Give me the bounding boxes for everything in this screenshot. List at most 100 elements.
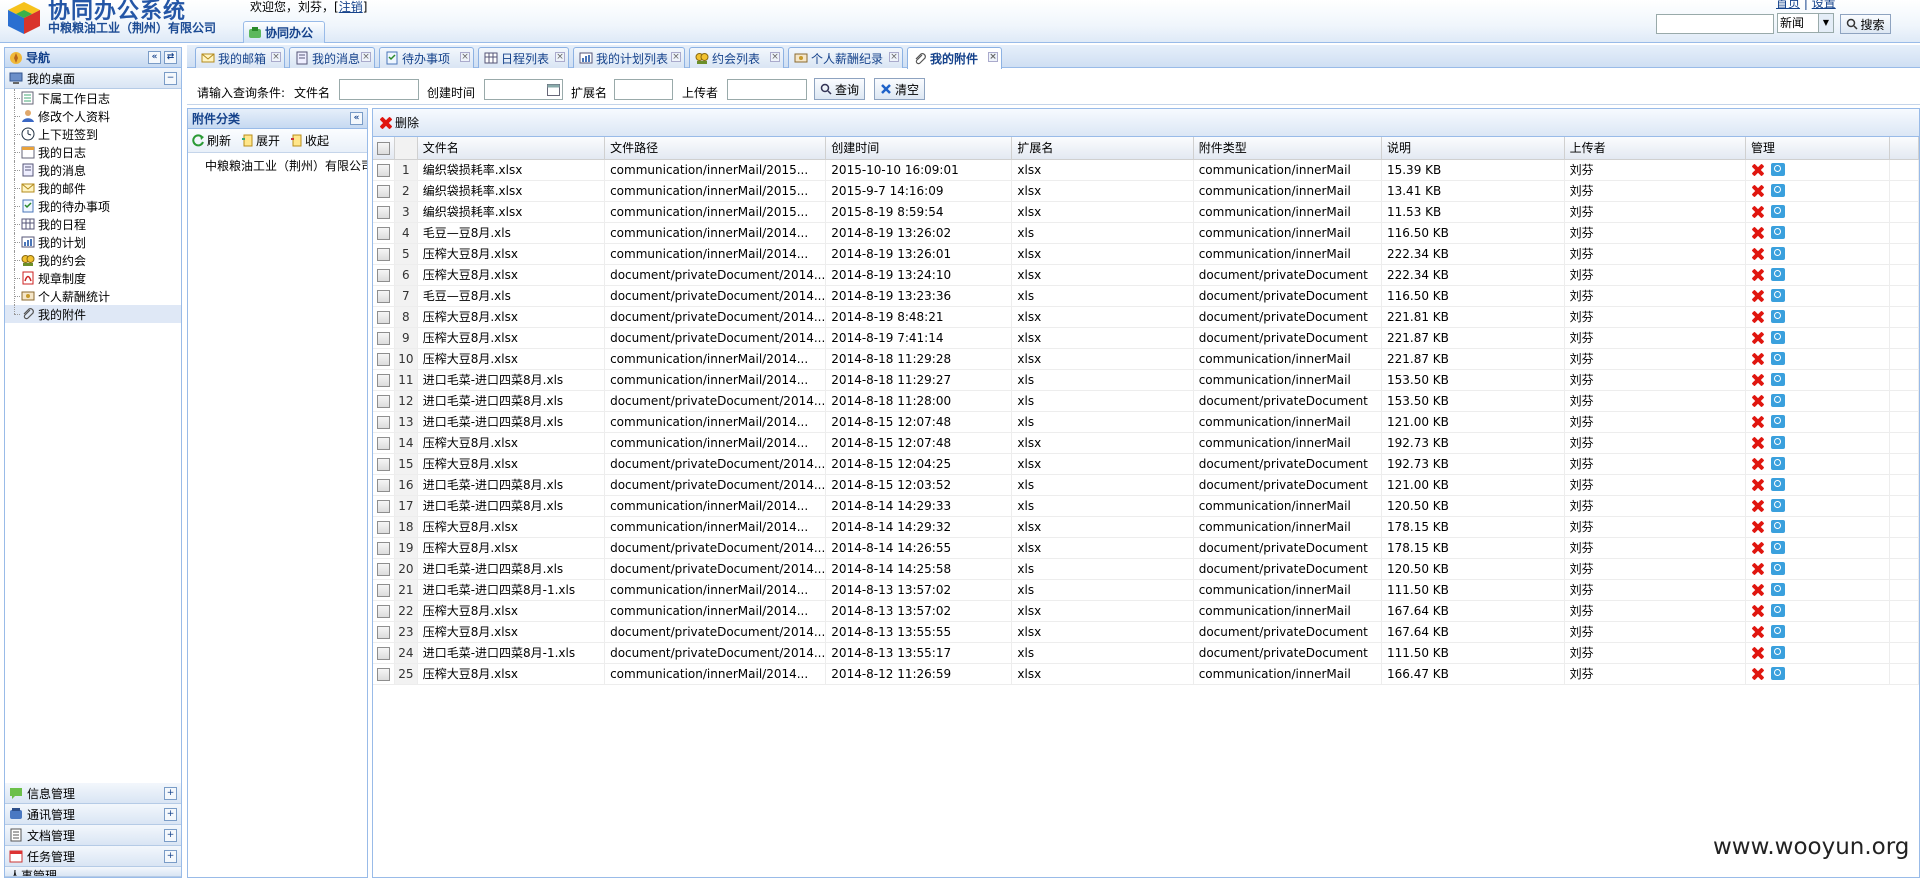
column-header-type[interactable]: 附件类型 (1193, 137, 1382, 160)
nav-item[interactable]: 上下班签到 (5, 125, 181, 143)
nav-item[interactable]: 规章制度 (5, 269, 181, 287)
view-icon[interactable] (1770, 373, 1785, 387)
view-icon[interactable] (1770, 205, 1785, 219)
row-checkbox[interactable] (373, 537, 396, 559)
delete-icon[interactable] (1751, 562, 1765, 576)
collapse-button[interactable]: 收起 (290, 132, 329, 149)
row-checkbox[interactable] (373, 159, 396, 181)
view-icon[interactable] (1770, 415, 1785, 429)
view-icon[interactable] (1770, 226, 1785, 240)
nav-section-hr[interactable]: 人事管理 (5, 867, 181, 877)
nav-item[interactable]: 我的邮件 (5, 179, 181, 197)
row-checkbox[interactable] (373, 516, 396, 538)
nav-item[interactable]: 我的附件 (5, 305, 181, 323)
query-button[interactable]: 查询 (814, 78, 865, 100)
nav-section-comm[interactable]: 通讯管理 + (5, 804, 181, 825)
table-row[interactable]: 14 压榨大豆8月.xlsx communication/innerMail/201… (373, 432, 1919, 454)
row-checkbox[interactable] (373, 222, 396, 244)
delete-icon[interactable] (1751, 394, 1765, 408)
view-icon[interactable] (1770, 436, 1785, 450)
view-icon[interactable] (1770, 268, 1785, 282)
tab[interactable]: 我的计划列表 × (573, 47, 685, 68)
table-row[interactable]: 12 进口毛菜-进口四菜8月.xls document/privateDocumen… (373, 390, 1919, 412)
row-checkbox[interactable] (373, 306, 396, 328)
table-row[interactable]: 13 进口毛菜-进口四菜8月.xls communication/innerMail… (373, 411, 1919, 433)
row-checkbox[interactable] (373, 621, 396, 643)
delete-button[interactable]: 删除 (379, 114, 419, 131)
view-icon[interactable] (1770, 310, 1785, 324)
view-icon[interactable] (1770, 394, 1785, 408)
table-row[interactable]: 6 压榨大豆8月.xlsx document/privateDocument/201… (373, 264, 1919, 286)
tab[interactable]: 待办事项 × (379, 47, 474, 68)
table-row[interactable]: 10 压榨大豆8月.xlsx communication/innerMail/201… (373, 348, 1919, 370)
clear-button[interactable]: 清空 (874, 78, 925, 100)
row-checkbox[interactable] (373, 285, 396, 307)
expand-section-icon[interactable]: + (164, 829, 177, 842)
row-checkbox[interactable] (373, 495, 396, 517)
delete-icon[interactable] (1751, 331, 1765, 345)
delete-icon[interactable] (1751, 226, 1765, 240)
expand-section-icon[interactable]: + (164, 787, 177, 800)
view-icon[interactable] (1770, 352, 1785, 366)
delete-icon[interactable] (1751, 163, 1765, 177)
row-checkbox[interactable] (373, 369, 396, 391)
close-icon[interactable]: × (271, 52, 281, 62)
view-icon[interactable] (1770, 604, 1785, 618)
file-name-input[interactable] (339, 79, 419, 100)
delete-icon[interactable] (1751, 625, 1765, 639)
table-row[interactable]: 3 编织袋损耗率.xlsx communication/innerMail/2015… (373, 201, 1919, 223)
row-checkbox[interactable] (373, 201, 396, 223)
close-icon[interactable]: × (671, 52, 681, 62)
refresh-button[interactable]: 刷新 (192, 132, 231, 149)
row-checkbox[interactable] (373, 348, 396, 370)
close-icon[interactable]: × (988, 52, 998, 62)
view-icon[interactable] (1770, 583, 1785, 597)
delete-icon[interactable] (1751, 667, 1765, 681)
tab[interactable]: 我的附件 × (907, 47, 1002, 69)
view-icon[interactable] (1770, 457, 1785, 471)
nav-item[interactable]: 我的计划 (5, 233, 181, 251)
view-icon[interactable] (1770, 499, 1785, 513)
module-tab-office[interactable]: 协同办公 (243, 21, 325, 43)
delete-icon[interactable] (1751, 247, 1765, 261)
nav-section-desk[interactable]: 我的桌面 − (5, 68, 181, 89)
table-row[interactable]: 19 压榨大豆8月.xlsx document/privateDocument/20… (373, 537, 1919, 559)
nav-item[interactable]: 我的日志 (5, 143, 181, 161)
created-time-input[interactable] (484, 79, 563, 100)
table-row[interactable]: 22 压榨大豆8月.xlsx communication/innerMail/201… (373, 600, 1919, 622)
view-icon[interactable] (1770, 289, 1785, 303)
view-icon[interactable] (1770, 331, 1785, 345)
column-header-created-time[interactable]: 创建时间 (825, 137, 1013, 160)
delete-icon[interactable] (1751, 205, 1765, 219)
delete-icon[interactable] (1751, 478, 1765, 492)
delete-icon[interactable] (1751, 415, 1765, 429)
table-row[interactable]: 15 压榨大豆8月.xlsx document/privateDocument/20… (373, 453, 1919, 475)
delete-icon[interactable] (1751, 268, 1765, 282)
tab[interactable]: 个人薪酬纪录 × (788, 47, 903, 68)
close-icon[interactable]: × (361, 52, 371, 62)
table-row[interactable]: 7 毛豆—豆8月.xls document/privateDocument/2014… (373, 285, 1919, 307)
settings-link[interactable]: 设置 (1812, 0, 1836, 10)
global-search-input[interactable] (1656, 14, 1774, 34)
row-checkbox[interactable] (373, 558, 396, 580)
expand-section-icon[interactable]: + (164, 850, 177, 863)
delete-icon[interactable] (1751, 184, 1765, 198)
nav-item[interactable]: 我的消息 (5, 161, 181, 179)
table-row[interactable]: 20 进口毛菜-进口四菜8月.xls document/privateDocumen… (373, 558, 1919, 580)
column-header-description[interactable]: 说明 (1381, 137, 1565, 160)
column-header-file-name[interactable]: 文件名 (417, 137, 606, 160)
nav-item[interactable]: 我的约会 (5, 251, 181, 269)
nav-item[interactable]: 修改个人资料 (5, 107, 181, 125)
row-checkbox[interactable] (373, 243, 396, 265)
delete-icon[interactable] (1751, 583, 1765, 597)
table-row[interactable]: 17 进口毛菜-进口四菜8月.xls communication/innerMail… (373, 495, 1919, 517)
delete-icon[interactable] (1751, 541, 1765, 555)
view-icon[interactable] (1770, 247, 1785, 261)
view-icon[interactable] (1770, 646, 1785, 660)
tab[interactable]: 日程列表 × (478, 47, 569, 68)
table-row[interactable]: 1 编织袋损耗率.xlsx communication/innerMail/2015… (373, 159, 1919, 181)
view-icon[interactable] (1770, 541, 1785, 555)
table-row[interactable]: 2 编织袋损耗率.xlsx communication/innerMail/2015… (373, 180, 1919, 202)
delete-icon[interactable] (1751, 310, 1765, 324)
delete-icon[interactable] (1751, 646, 1765, 660)
